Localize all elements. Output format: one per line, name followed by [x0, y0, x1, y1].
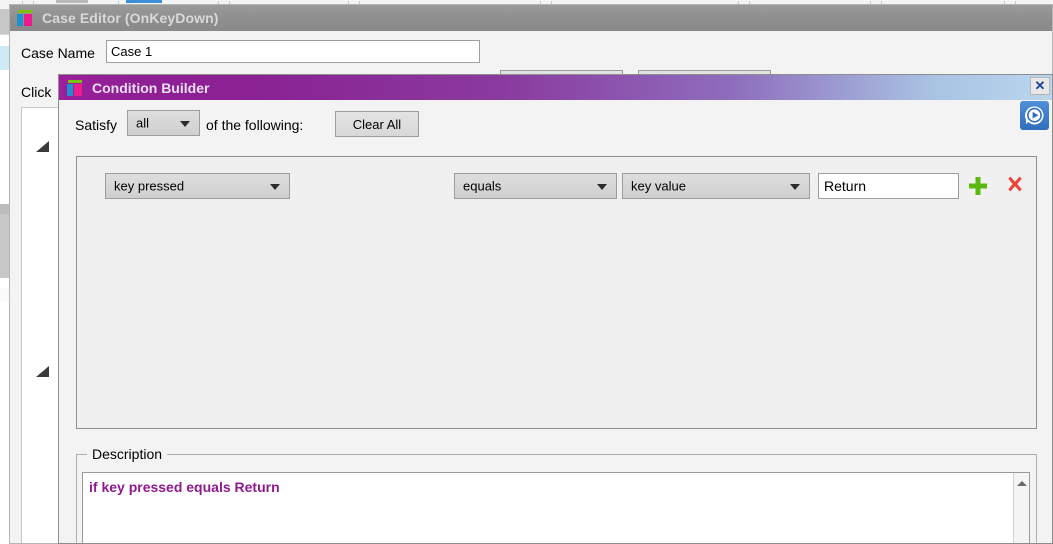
logo-green-bar	[18, 10, 32, 13]
condition-row: key pressed equals key value	[77, 157, 1036, 205]
logo-green-bar	[68, 79, 82, 83]
app-logo-icon	[66, 79, 84, 96]
satisfy-row: Satisfy all of the following: Clear All	[59, 100, 1052, 150]
description-legend-label: Description	[87, 446, 168, 462]
description-scrollbar[interactable]	[1013, 473, 1029, 543]
scroll-up-arrow-icon[interactable]	[1016, 481, 1027, 486]
condition-field-value: key pressed	[114, 178, 185, 194]
satisfy-label: Satisfy	[75, 117, 118, 133]
add-condition-icon[interactable]	[967, 174, 989, 198]
chevron-down-icon	[790, 184, 800, 190]
logo-blue-rect	[17, 14, 23, 26]
remove-condition-icon[interactable]	[1004, 174, 1026, 198]
chevron-down-icon	[597, 184, 607, 190]
description-group: Description if key pressed equals Return	[76, 446, 1037, 543]
satisfy-suffix-label: of the following:	[206, 117, 304, 133]
click-instruction-label: Click	[21, 84, 52, 100]
satisfy-mode-value: all	[136, 115, 150, 131]
logo-blue-rect	[67, 83, 73, 96]
logo-pink-rect	[24, 14, 32, 26]
condition-operator-dropdown[interactable]: equals	[454, 173, 617, 199]
condition-operator-value: equals	[463, 178, 502, 194]
conditions-list-area[interactable]: key pressed equals key value	[76, 156, 1037, 429]
bg-tab-inactive	[56, 0, 88, 3]
condition-builder-dialog: Condition Builder ✕ Satisfy all of the f…	[58, 74, 1053, 544]
case-editor-titlebar[interactable]: Case Editor (OnKeyDown)	[10, 5, 1052, 31]
condition-value-type-value: key value	[631, 178, 686, 194]
logo-pink-rect	[74, 83, 82, 96]
condition-builder-title-text: Condition Builder	[92, 79, 210, 96]
clear-all-button[interactable]: Clear All	[335, 111, 419, 137]
case-editor-title-text: Case Editor (OnKeyDown)	[42, 10, 219, 26]
description-text: if key pressed equals Return	[89, 479, 280, 495]
satisfy-mode-dropdown[interactable]: all	[127, 110, 200, 136]
chevron-down-icon	[180, 121, 190, 127]
description-text-area[interactable]: if key pressed equals Return	[82, 472, 1030, 543]
condition-builder-titlebar[interactable]: Condition Builder ✕	[59, 75, 1052, 100]
app-logo-icon	[16, 10, 34, 26]
condition-value-input[interactable]	[818, 173, 959, 199]
close-icon[interactable]: ✕	[1030, 77, 1050, 95]
condition-value-type-dropdown[interactable]: key value	[622, 173, 810, 199]
bg-tab-active	[126, 0, 162, 3]
tree-collapse-arrow[interactable]	[36, 366, 49, 377]
case-name-input[interactable]	[106, 40, 480, 63]
case-name-label: Case Name	[21, 45, 95, 61]
chevron-down-icon	[270, 184, 280, 190]
tree-collapse-arrow[interactable]	[36, 141, 49, 152]
condition-field-dropdown[interactable]: key pressed	[105, 173, 290, 199]
